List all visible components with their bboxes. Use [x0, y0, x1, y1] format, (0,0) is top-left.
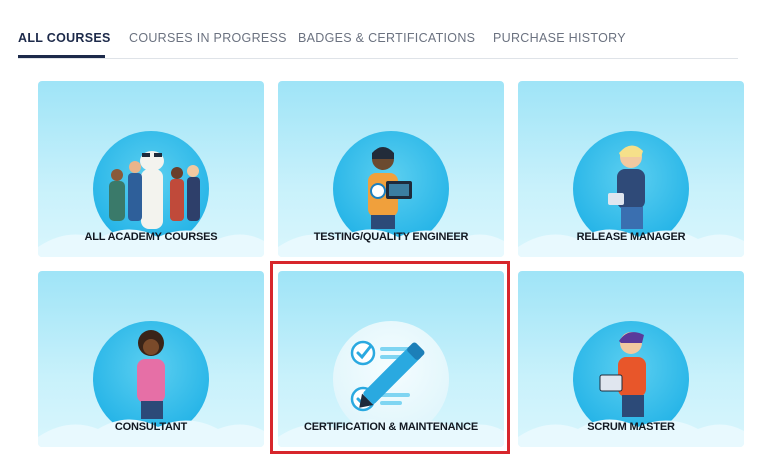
- card-label: ALL ACADEMY COURSES: [84, 231, 218, 243]
- tab-badges-certifications[interactable]: BADGES & CERTIFICATIONS: [298, 31, 475, 45]
- card-label: CONSULTANT: [114, 421, 188, 433]
- tab-all-courses[interactable]: ALL COURSES: [18, 31, 111, 45]
- course-card-testing-quality-engineer[interactable]: TESTING/QUALITY ENGINEER: [278, 81, 504, 257]
- course-card-release-manager[interactable]: RELEASE MANAGER: [518, 81, 744, 257]
- course-card-scrum-master[interactable]: SCRUM MASTER: [518, 271, 744, 447]
- course-card-consultant[interactable]: CONSULTANT: [38, 271, 264, 447]
- tab-courses-in-progress[interactable]: COURSES IN PROGRESS: [129, 31, 287, 45]
- course-card-certification-maintenance[interactable]: CERTIFICATION & MAINTENANCE: [278, 271, 504, 447]
- card-label: RELEASE MANAGER: [576, 231, 686, 243]
- tab-bar: ALL COURSES COURSES IN PROGRESS BADGES &…: [18, 0, 738, 59]
- active-tab-indicator: [18, 55, 105, 58]
- card-label: SCRUM MASTER: [587, 421, 675, 433]
- card-label: CERTIFICATION & MAINTENANCE: [303, 421, 479, 433]
- course-card-all-academy[interactable]: ALL ACADEMY COURSES: [38, 81, 264, 257]
- card-label: TESTING/QUALITY ENGINEER: [313, 231, 469, 243]
- tab-purchase-history[interactable]: PURCHASE HISTORY: [493, 31, 626, 45]
